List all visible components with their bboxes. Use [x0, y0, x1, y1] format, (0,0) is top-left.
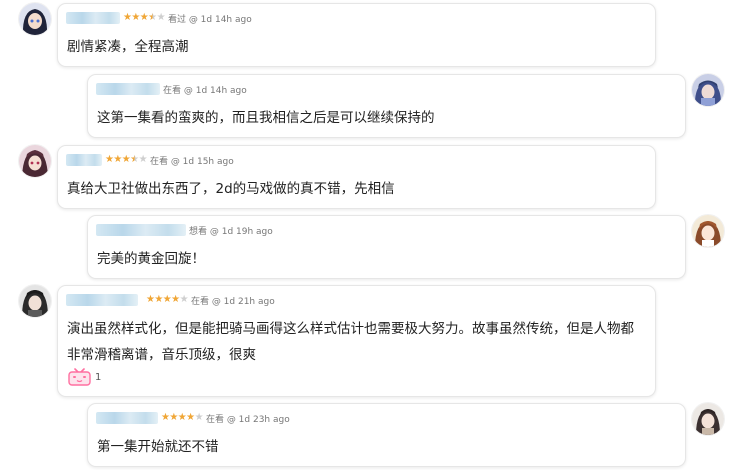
comment-text: 剧情紧凑，全程高潮 [67, 39, 189, 55]
star-icon: ★ [113, 154, 123, 165]
star-icon: ★ [171, 294, 181, 305]
star-icon: ★ [131, 12, 141, 23]
comment-status: 在看 @ 1d 14h ago [163, 85, 247, 96]
star-icon: ★ [169, 412, 179, 423]
star-icon: ★ [138, 154, 148, 165]
comment-text: 真给大卫社做出东西了，2d的马戏做的真不错，先相信 [67, 181, 395, 197]
username[interactable] [66, 12, 120, 24]
star-icon: ★ [105, 154, 114, 165]
star-rating: ★ ★ ★ ★ ★ [123, 12, 166, 24]
username[interactable] [96, 83, 160, 95]
star-icon: ★ [161, 412, 170, 423]
star-icon: ★ [146, 294, 155, 305]
avatar[interactable] [692, 403, 724, 435]
avatar[interactable] [692, 74, 724, 106]
comment-card: ★ ★ ★ ★ ★ 在看 @ 1d 15h ago 真给大卫社做出东西了，2d的马戏做的… [57, 145, 656, 209]
reaction-button[interactable]: 1 [67, 368, 101, 386]
star-icon: ★ [186, 412, 196, 423]
star-icon: ★ [148, 12, 158, 23]
star-icon: ★ [156, 12, 166, 23]
username[interactable] [96, 412, 158, 424]
avatar[interactable] [19, 285, 51, 317]
avatar[interactable] [692, 215, 724, 247]
star-icon: ★ [121, 154, 131, 165]
star-icon: ★ [130, 154, 140, 165]
comment-status: 想看 @ 1d 19h ago [189, 226, 273, 237]
username[interactable] [66, 294, 138, 306]
star-icon: ★ [154, 294, 164, 305]
comment-card: ★ ★ ★ ★ ★ 在看 @ 1d 23h ago 第一集开始就还不错 [87, 403, 686, 467]
comment-status: 看过 @ 1d 14h ago [167, 14, 252, 25]
star-rating: ★ ★ ★ ★ ★ [105, 154, 148, 166]
comment-status: 在看 @ 1d 15h ago [149, 156, 234, 167]
comment-text: 完美的黄金回旋！ [97, 251, 205, 267]
comment-card: ★ ★ ★ ★ ★ 在看 @ 1d 21h ago 演出虽然样式化，但是能把骑马画得这么… [57, 285, 656, 397]
comment-card: 在看 @ 1d 14h ago 这第一集看的蛮爽的，而且我相信之后是可以继续保持… [87, 74, 686, 138]
star-icon: ★ [179, 294, 189, 305]
comment-status: 在看 @ 1d 21h ago [190, 296, 275, 307]
reaction-count: 1 [95, 371, 102, 383]
username[interactable] [96, 224, 186, 236]
star-rating: ★ ★ ★ ★ ★ [161, 412, 204, 424]
star-icon: ★ [162, 294, 172, 305]
comment-text: 这第一集看的蛮爽的，而且我相信之后是可以继续保持的 [97, 110, 435, 126]
comment-text: 演出虽然样式化，但是能把骑马画得这么样式估计也需要极大努力。故事虽然传统，但是人… [67, 321, 634, 363]
star-icon: ★ [123, 12, 132, 23]
comment-card: ★ ★ ★ ★ ★ 看过 @ 1d 14h ago 剧情紧凑，全程高潮 [57, 3, 656, 67]
star-icon: ★ [177, 412, 187, 423]
avatar[interactable] [19, 3, 51, 35]
username[interactable] [66, 154, 102, 166]
comment-card: 想看 @ 1d 19h ago 完美的黄金回旋！ [87, 215, 686, 279]
star-icon: ★ [194, 412, 204, 423]
avatar[interactable] [19, 145, 51, 177]
comment-status: 在看 @ 1d 23h ago [205, 414, 290, 425]
star-rating: ★ ★ ★ ★ ★ [146, 294, 189, 306]
comment-text: 第一集开始就还不错 [97, 439, 219, 455]
star-icon: ★ [139, 12, 149, 23]
tv-icon [67, 368, 92, 386]
